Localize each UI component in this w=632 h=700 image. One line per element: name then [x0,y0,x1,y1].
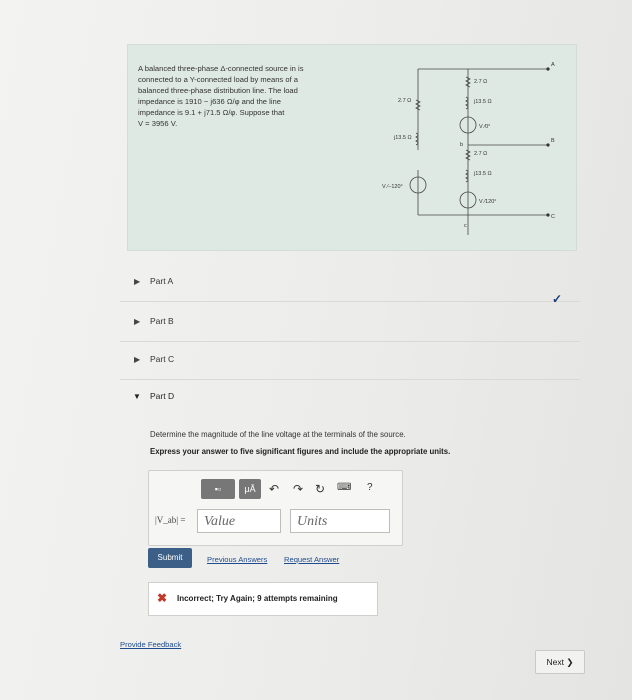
circuit-label: V ⁄120° [479,199,497,205]
instruction-text: Express your answer to five significant … [150,447,451,456]
question-text: Determine the magnitude of the line volt… [150,430,406,439]
node-label: b [460,142,463,148]
answer-box: ▪▫ μÅ ↶ ↷ ↻ ⌨ ? |V_ab| = Value Units [148,470,403,546]
circuit-diagram: 2.7 Ω 2.7 Ω j13.5 Ω j13.5 Ω V ⁄0° 2.7 Ω … [382,62,555,235]
units-input[interactable]: Units [290,509,390,533]
node-label: B [551,138,555,144]
chevron-right-icon: ▶ [134,317,141,326]
incorrect-icon: ✖ [157,591,168,605]
reset-icon[interactable]: ↻ [315,482,325,496]
keyboard-icon[interactable]: ⌨ [337,482,351,493]
redo-icon[interactable]: ↷ [293,482,303,496]
check-icon: ✓ [552,292,563,306]
part-label: Part B [150,316,174,326]
part-b-row[interactable]: ▶ Part B [120,303,580,342]
part-a-row[interactable]: ▶ Part A [120,263,580,302]
circuit-label: 2.7 Ω [474,79,487,85]
problem-line: impedance is 1910 − j636 Ω/φ and the lin… [138,97,281,106]
math-toolbar: ▪▫ μÅ ↶ ↷ ↻ ⌨ ? [201,479,393,501]
part-label: Part A [150,276,174,286]
previous-answers-link[interactable]: Previous Answers [207,555,267,564]
problem-line: impedance is 9.1 + j71.5 Ω/φ. Suppose th… [138,108,285,117]
node-label: C [551,214,555,220]
part-label: Part C [150,354,175,364]
provide-feedback-link[interactable]: Provide Feedback [120,640,181,649]
circuit-label: V ⁄−120° [382,184,403,190]
part-d-label[interactable]: Part D [150,391,174,401]
problem-line: balanced three-phase distribution line. … [138,86,298,95]
submit-button[interactable]: Submit [148,548,192,568]
circuit-label: V ⁄0° [479,124,490,130]
part-c-row[interactable]: ▶ Part C [120,341,580,380]
chevron-right-icon: ▶ [134,355,141,364]
circuit-label: j13.5 Ω [473,99,492,105]
node-label: A [551,62,555,68]
units-button[interactable]: μÅ [239,479,261,499]
problem-panel: A balanced three-phase Δ-connected sourc… [127,44,577,251]
circuit-label: j13.5 Ω [473,171,492,177]
problem-line: A balanced three-phase Δ-connected sourc… [138,64,304,73]
variable-label: |V_ab| = [155,515,186,525]
circuit-label: j13.5 Ω [393,135,412,141]
problem-statement: A balanced three-phase Δ-connected sourc… [138,63,333,129]
problem-line: connected to a Y-connected load by means… [138,75,299,84]
problem-line: V = 3956 V. [138,119,178,128]
circuit-label: 2.7 Ω [398,98,411,104]
request-answer-link[interactable]: Request Answer [284,555,339,564]
templates-button[interactable]: ▪▫ [201,479,235,499]
page: A balanced three-phase Δ-connected sourc… [0,0,632,700]
undo-icon[interactable]: ↶ [269,482,279,496]
feedback-text: Incorrect; Try Again; 9 attempts remaini… [177,594,338,603]
chevron-right-icon: ▶ [134,277,141,286]
help-button[interactable]: ? [367,482,373,493]
next-button[interactable]: Next ❯ [535,650,585,674]
chevron-down-icon[interactable]: ▼ [133,392,141,401]
value-input[interactable]: Value [197,509,281,533]
node-label: c [464,223,467,229]
feedback-message: ✖ Incorrect; Try Again; 9 attempts remai… [148,582,378,616]
circuit-label: 2.7 Ω [474,151,487,157]
